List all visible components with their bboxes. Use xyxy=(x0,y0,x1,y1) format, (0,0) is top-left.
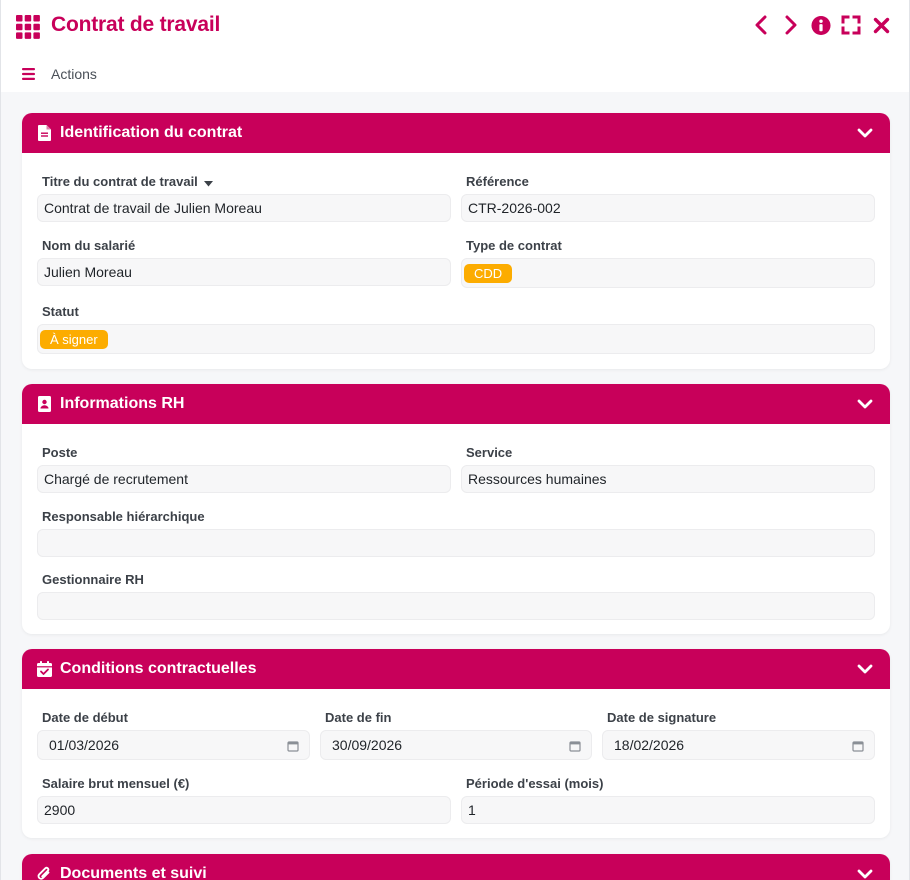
titre-label: Titre du contrat de travail xyxy=(42,174,213,190)
section-title: Documents et suivi xyxy=(60,865,207,880)
section-rh: Informations RH Poste Chargé de recrutem… xyxy=(22,384,890,634)
top-bar: Contrat de travail Actions xyxy=(1,0,909,92)
type-contrat-badge: CDD xyxy=(464,263,513,283)
gestionnaire-field[interactable] xyxy=(37,592,875,620)
service-field[interactable]: Ressources humaines xyxy=(461,465,875,493)
chevron-down-icon[interactable] xyxy=(856,660,874,678)
salarie-field[interactable]: Julien Moreau xyxy=(37,258,451,286)
salaire-label: Salaire brut mensuel (€) xyxy=(42,776,190,791)
periode-essai-label: Période d'essai (mois) xyxy=(466,776,604,791)
section-title: Identification du contrat xyxy=(60,124,243,141)
header-actions xyxy=(751,14,891,36)
date-debut-field[interactable]: 01/03/2026 xyxy=(37,730,310,760)
salaire-field[interactable]: 2900 xyxy=(37,796,451,824)
date-signature-value: 18/02/2026 xyxy=(614,737,685,753)
reference-field[interactable]: CTR-2026-002 xyxy=(461,194,875,222)
poste-field[interactable]: Chargé de recrutement xyxy=(37,465,451,493)
service-label: Service xyxy=(466,445,513,460)
app-window: Contrat de travail Actions Identificatio… xyxy=(0,0,910,880)
date-fin-label: Date de fin xyxy=(325,710,392,725)
info-icon[interactable] xyxy=(811,14,831,36)
date-debut-value: 01/03/2026 xyxy=(49,737,120,753)
section-identification: Identification du contrat Titre du contr… xyxy=(22,113,890,369)
document-icon xyxy=(36,125,52,141)
calendar-icon[interactable] xyxy=(569,739,581,752)
chevron-right-icon[interactable] xyxy=(781,14,801,36)
statut-field[interactable]: À signer xyxy=(37,324,875,354)
hamburger-menu-icon[interactable] xyxy=(22,67,35,80)
section-rh-header[interactable]: Informations RH xyxy=(22,384,890,424)
close-icon[interactable] xyxy=(871,14,891,36)
section-title: Conditions contractuelles xyxy=(60,660,257,677)
titre-label-text: Titre du contrat de travail xyxy=(42,174,198,189)
salarie-label: Nom du salarié xyxy=(42,238,136,253)
section-identification-header[interactable]: Identification du contrat xyxy=(22,113,890,153)
caret-down-icon[interactable] xyxy=(203,175,213,190)
fullscreen-icon[interactable] xyxy=(841,14,861,36)
poste-label: Poste xyxy=(42,445,78,460)
responsable-label: Responsable hiérarchique xyxy=(42,509,205,524)
statut-badge: À signer xyxy=(40,329,108,349)
reference-label: Référence xyxy=(466,174,529,189)
actions-menu-label[interactable]: Actions xyxy=(51,66,97,82)
type-contrat-label: Type de contrat xyxy=(466,238,562,253)
id-badge-icon xyxy=(36,396,52,412)
chevron-down-icon[interactable] xyxy=(856,865,874,880)
section-conditions-header[interactable]: Conditions contractuelles xyxy=(22,649,890,689)
responsable-field[interactable] xyxy=(37,529,875,557)
page-title: Contrat de travail xyxy=(51,13,221,36)
gestionnaire-label: Gestionnaire RH xyxy=(42,572,144,587)
section-title: Informations RH xyxy=(60,395,185,412)
calendar-check-icon xyxy=(36,661,52,677)
statut-label: Statut xyxy=(42,304,79,319)
section-documents: Documents et suivi xyxy=(22,854,890,880)
section-conditions: Conditions contractuelles Date de début … xyxy=(22,649,890,838)
paperclip-icon xyxy=(36,866,52,880)
date-fin-field[interactable]: 30/09/2026 xyxy=(320,730,592,760)
titre-field[interactable]: Contrat de travail de Julien Moreau xyxy=(37,194,451,222)
chevron-left-icon[interactable] xyxy=(751,14,771,36)
type-contrat-field[interactable]: CDD xyxy=(461,258,875,288)
chevron-down-icon[interactable] xyxy=(856,395,874,413)
calendar-icon[interactable] xyxy=(287,739,299,752)
date-debut-label: Date de début xyxy=(42,710,128,725)
chevron-down-icon[interactable] xyxy=(856,124,874,142)
periode-essai-field[interactable]: 1 xyxy=(461,796,875,824)
section-documents-header[interactable]: Documents et suivi xyxy=(22,854,890,880)
date-signature-label: Date de signature xyxy=(607,710,717,725)
calendar-icon[interactable] xyxy=(852,739,864,752)
date-signature-field[interactable]: 18/02/2026 xyxy=(602,730,875,760)
date-fin-value: 30/09/2026 xyxy=(332,737,403,753)
apps-grid-icon[interactable] xyxy=(16,15,40,39)
